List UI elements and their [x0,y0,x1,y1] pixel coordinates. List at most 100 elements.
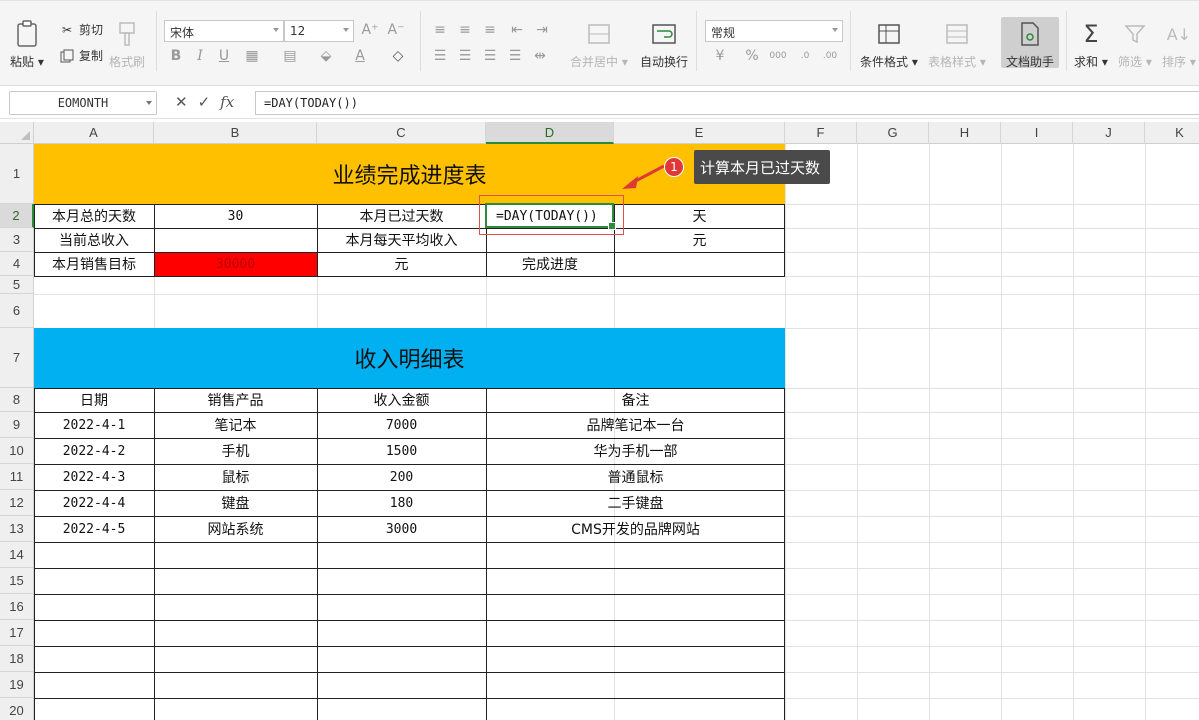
row-header-1[interactable]: 1 [0,144,34,204]
column-header-c[interactable]: C [317,122,486,144]
detail-note-cell[interactable]: 二手键盘 [486,490,785,516]
detail-date-cell[interactable]: 2022-4-3 [34,464,154,490]
cell-c3-label[interactable]: 本月每天平均收入 [317,228,486,252]
format-painter-button[interactable]: 格式刷 [109,19,145,70]
detail-date-cell[interactable]: 2022-4-4 [34,490,154,516]
row-header-6[interactable]: 6 [0,294,34,328]
number-format-select[interactable]: 常规 [705,20,843,42]
detail-header-c[interactable]: 收入金额 [317,388,486,412]
cell-c4-unit[interactable]: 元 [317,252,486,276]
detail-product-cell[interactable]: 鼠标 [154,464,317,490]
column-header-h[interactable]: H [929,122,1001,144]
row-header-7[interactable]: 7 [0,328,34,388]
decrease-decimal-icon[interactable]: .00 [820,47,840,65]
confirm-icon[interactable]: ✓ [198,93,211,111]
column-header-d[interactable]: D [486,122,614,144]
increase-font-icon[interactable]: A⁺ [360,21,380,39]
cell-e2-unit[interactable]: 天 [614,204,785,228]
detail-amount-cell[interactable]: 180 [317,490,486,516]
justify-icon[interactable]: ☰ [505,47,525,65]
formula-input[interactable]: =DAY(TODAY()) [255,91,1199,115]
row-header-10[interactable]: 10 [0,438,34,464]
row-header-8[interactable]: 8 [0,388,34,412]
distribute-icon[interactable]: ⇹ [530,47,550,65]
table-style-button[interactable]: 表格样式 ▾ [928,19,986,70]
cancel-icon[interactable]: ✕ [175,93,188,111]
cell-style-icon[interactable]: ▤ [280,47,300,65]
font-color-icon[interactable]: A [350,47,370,65]
row-header-13[interactable]: 13 [0,516,34,542]
detail-amount-cell[interactable]: 1500 [317,438,486,464]
row-header-19[interactable]: 19 [0,672,34,698]
detail-product-cell[interactable]: 手机 [154,438,317,464]
align-center-icon[interactable]: ☰ [455,47,475,65]
detail-product-cell[interactable]: 网站系统 [154,516,317,542]
detail-note-cell[interactable]: CMS开发的品牌网站 [486,516,785,542]
select-all-corner[interactable] [0,122,34,144]
italic-button[interactable]: I [190,47,210,65]
row-header-4[interactable]: 4 [0,252,34,276]
detail-note-cell[interactable]: 华为手机一部 [486,438,785,464]
align-top-icon[interactable]: ≡ [430,21,450,39]
detail-amount-cell[interactable]: 7000 [317,412,486,438]
row-header-11[interactable]: 11 [0,464,34,490]
cell-c2-label[interactable]: 本月已过天数 [317,204,486,228]
wrap-text-button[interactable]: 自动换行 [640,19,688,70]
copy-button[interactable]: 复制 [58,47,103,64]
indent-icon[interactable]: ⇥ [532,21,552,39]
column-header-i[interactable]: I [1001,122,1073,144]
clear-format-icon[interactable]: ◇ [388,47,408,65]
detail-amount-cell[interactable]: 3000 [317,516,486,542]
row-header-3[interactable]: 3 [0,228,34,252]
row-header-16[interactable]: 16 [0,594,34,620]
cell-e3-unit[interactable]: 元 [614,228,785,252]
cell-b2-days[interactable]: 30 [154,204,317,228]
align-right-icon[interactable]: ☰ [480,47,500,65]
align-left-icon[interactable]: ☰ [430,47,450,65]
underline-button[interactable]: U [214,47,234,65]
detail-amount-cell[interactable]: 200 [317,464,486,490]
row-header-18[interactable]: 18 [0,646,34,672]
sum-button[interactable]: Σ 求和 ▾ [1074,19,1108,70]
conditional-format-button[interactable]: 条件格式 ▾ [860,19,918,70]
column-header-k[interactable]: K [1145,122,1199,144]
merge-center-button[interactable]: 合并居中 ▾ [570,19,628,70]
row-header-5[interactable]: 5 [0,276,34,294]
detail-product-cell[interactable]: 键盘 [154,490,317,516]
detail-header-d[interactable]: 备注 [486,388,785,412]
row-header-14[interactable]: 14 [0,542,34,568]
percent-icon[interactable]: % [742,47,762,65]
detail-date-cell[interactable]: 2022-4-2 [34,438,154,464]
cell-a4-label[interactable]: 本月销售目标 [34,252,154,276]
detail-header-b[interactable]: 销售产品 [154,388,317,412]
paste-button[interactable]: 粘贴 ▾ [10,19,44,70]
income-table-title[interactable]: 收入明细表 [34,328,785,388]
outdent-icon[interactable]: ⇤ [507,21,527,39]
doc-assistant-button[interactable]: 文档助手 [1006,19,1054,70]
row-header-15[interactable]: 15 [0,568,34,594]
borders-icon[interactable]: ▦ [242,47,262,65]
cell-d4-label[interactable]: 完成进度 [486,252,614,276]
currency-icon[interactable]: ¥ [710,47,730,65]
sort-button[interactable]: A↓ 排序 ▾ [1162,19,1196,70]
decrease-font-icon[interactable]: A⁻ [386,21,406,39]
font-name-select[interactable]: 宋体 [164,20,284,42]
align-bottom-icon[interactable]: ≡ [480,21,500,39]
column-header-e[interactable]: E [614,122,785,144]
detail-header-a[interactable]: 日期 [34,388,154,412]
column-header-g[interactable]: G [857,122,929,144]
row-header-20[interactable]: 20 [0,698,34,720]
column-header-b[interactable]: B [154,122,317,144]
detail-product-cell[interactable]: 笔记本 [154,412,317,438]
detail-date-cell[interactable]: 2022-4-1 [34,412,154,438]
filter-button[interactable]: 筛选 ▾ [1118,19,1152,70]
align-middle-icon[interactable]: ≡ [455,21,475,39]
cell-a3-label[interactable]: 当前总收入 [34,228,154,252]
fx-icon[interactable]: fx [220,93,234,111]
row-header-12[interactable]: 12 [0,490,34,516]
row-header-9[interactable]: 9 [0,412,34,438]
detail-date-cell[interactable]: 2022-4-5 [34,516,154,542]
cut-button[interactable]: ✂ 剪切 [58,21,103,38]
column-header-f[interactable]: F [785,122,857,144]
increase-decimal-icon[interactable]: .0 [795,47,815,65]
